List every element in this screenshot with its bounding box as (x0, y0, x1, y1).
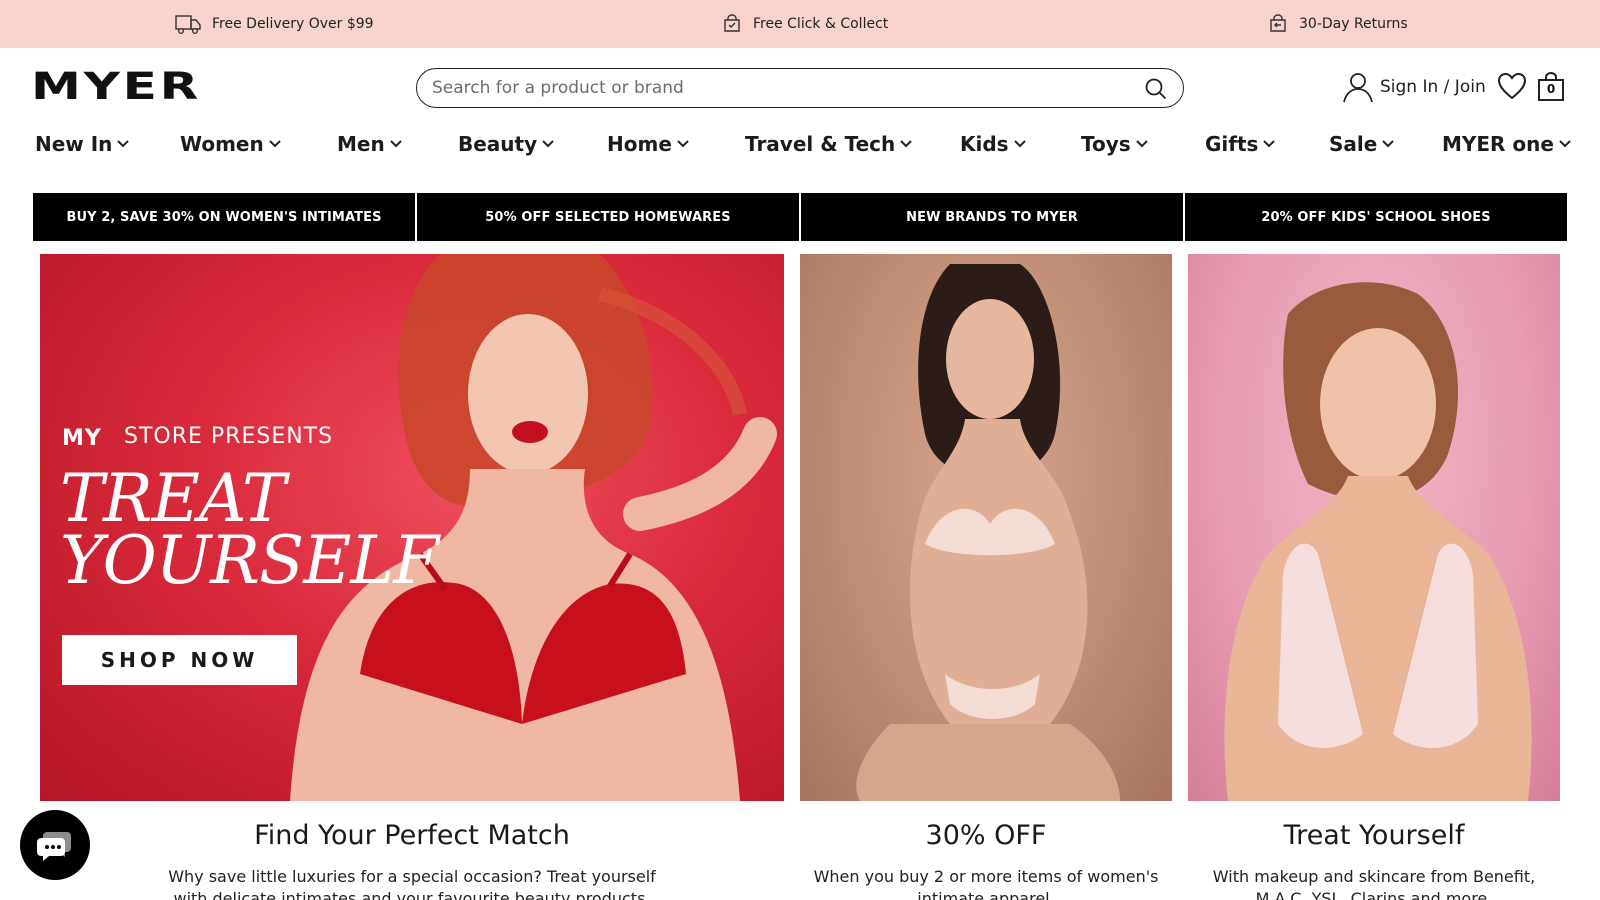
nav-item-kids[interactable]: Kids (960, 124, 1026, 164)
chevron-down-icon (1013, 140, 1026, 148)
nav-item-men[interactable]: Men (337, 124, 402, 164)
tile-title[interactable]: Treat Yourself (1188, 820, 1560, 851)
search-input[interactable] (432, 69, 1132, 106)
service-label: Free Delivery Over $99 (212, 16, 374, 32)
intimates-tile-image[interactable] (800, 254, 1172, 801)
service-item-returns[interactable]: 30-Day Returns (1268, 0, 1408, 48)
nav-label: MYER one (1442, 132, 1554, 156)
click-collect-icon (724, 14, 740, 32)
promo-homewares[interactable]: 50% OFF SELECTED HOMEWARES (417, 193, 799, 241)
bag-count: 0 (1546, 82, 1556, 96)
promo-label: BUY 2, SAVE 30% ON WOMEN'S INTIMATES (66, 209, 382, 225)
brand-tag-text: STORE PRESENTS (124, 424, 334, 449)
shop-now-button[interactable]: SHOP NOW (62, 635, 297, 685)
shopping-bag-button[interactable]: 0 (1537, 72, 1565, 102)
nav-label: Gifts (1205, 132, 1259, 156)
chevron-down-icon (1382, 140, 1395, 148)
search-box (416, 68, 1184, 108)
category-nav: New In Women Men Beauty Home Travel & Te… (0, 124, 1600, 164)
nav-item-sale[interactable]: Sale (1329, 124, 1395, 164)
chevron-down-icon (1559, 140, 1571, 148)
search-icon[interactable] (1143, 76, 1169, 102)
promo-intimates[interactable]: BUY 2, SAVE 30% ON WOMEN'S INTIMATES (33, 193, 415, 241)
myer-logo[interactable]: MYER (31, 65, 203, 108)
promo-label: NEW BRANDS TO MYER (906, 209, 1078, 225)
tile-title[interactable]: 30% OFF (800, 820, 1172, 851)
model-figure-illustration (1224, 282, 1532, 801)
model-figure-illustration (856, 264, 1120, 801)
service-label: 30-Day Returns (1299, 16, 1408, 32)
nav-label: Home (607, 132, 672, 156)
chevron-down-icon (269, 140, 281, 148)
nav-item-myer-one[interactable]: MYER one (1442, 124, 1571, 164)
returns-icon (1270, 14, 1286, 32)
chevron-down-icon (390, 140, 402, 148)
beauty-tile-image[interactable] (1188, 254, 1560, 801)
heart-icon[interactable] (1497, 72, 1527, 100)
nav-item-women[interactable]: Women (180, 124, 281, 164)
hero-headline: TREAT YOURSELF (60, 460, 439, 599)
promo-new-brands[interactable]: NEW BRANDS TO MYER (801, 193, 1183, 241)
service-label: Free Click & Collect (753, 16, 889, 32)
chevron-down-icon (900, 140, 912, 148)
nav-item-home[interactable]: Home (607, 124, 689, 164)
promo-label: 20% OFF KIDS' SCHOOL SHOES (1261, 209, 1491, 225)
brand-tagline: MY STORE PRESENTS (62, 424, 333, 449)
chevron-down-icon (117, 140, 130, 148)
brand-logo-text: MY (62, 426, 102, 448)
promo-label: 50% OFF SELECTED HOMEWARES (485, 209, 731, 225)
tile-description: With makeup and skincare from Benefit, M… (1212, 867, 1536, 900)
chat-icon (37, 832, 71, 861)
my-store-logo: MY (62, 426, 102, 448)
nav-label: Beauty (458, 132, 538, 156)
service-bar: Free Delivery Over $99 Free Click & Coll… (0, 0, 1600, 48)
service-item-click-collect[interactable]: Free Click & Collect (722, 0, 888, 48)
nav-label: Women (180, 132, 264, 156)
chevron-down-icon (542, 140, 554, 148)
promo-school-shoes[interactable]: 20% OFF KIDS' SCHOOL SHOES (1185, 193, 1567, 241)
nav-item-toys[interactable]: Toys (1081, 124, 1148, 164)
chevron-down-icon (1263, 140, 1276, 148)
nav-label: Sale (1329, 132, 1378, 156)
hero-banner-image[interactable]: MY STORE PRESENTS TREAT YOURSELF SHOP NO… (40, 254, 784, 801)
nav-label: Kids (960, 132, 1009, 156)
tile-title[interactable]: Find Your Perfect Match (40, 820, 784, 851)
chevron-down-icon (1135, 140, 1148, 148)
tile-description: Why save little luxuries for a special o… (168, 867, 656, 900)
sign-in-join-link[interactable]: Sign In / Join (1342, 70, 1486, 104)
user-icon (1343, 73, 1373, 103)
nav-item-gifts[interactable]: Gifts (1205, 124, 1276, 164)
sign-in-label: Sign In / Join (1380, 77, 1486, 97)
nav-label: Travel & Tech (745, 132, 896, 156)
nav-item-beauty[interactable]: Beauty (458, 124, 554, 164)
myer-logo-graphic: MYER (31, 65, 201, 108)
truck-icon (175, 15, 201, 34)
nav-label: New In (35, 132, 113, 156)
nav-item-travel-tech[interactable]: Travel & Tech (745, 124, 912, 164)
chevron-down-icon (677, 140, 689, 148)
chat-button[interactable] (20, 810, 90, 880)
nav-item-new-in[interactable]: New In (35, 124, 130, 164)
nav-label: Men (337, 132, 385, 156)
tile-description: When you buy 2 or more items of women's … (813, 867, 1159, 900)
service-item-delivery[interactable]: Free Delivery Over $99 (175, 0, 374, 48)
nav-label: Toys (1081, 132, 1131, 156)
logo-text: MYER (31, 70, 201, 102)
